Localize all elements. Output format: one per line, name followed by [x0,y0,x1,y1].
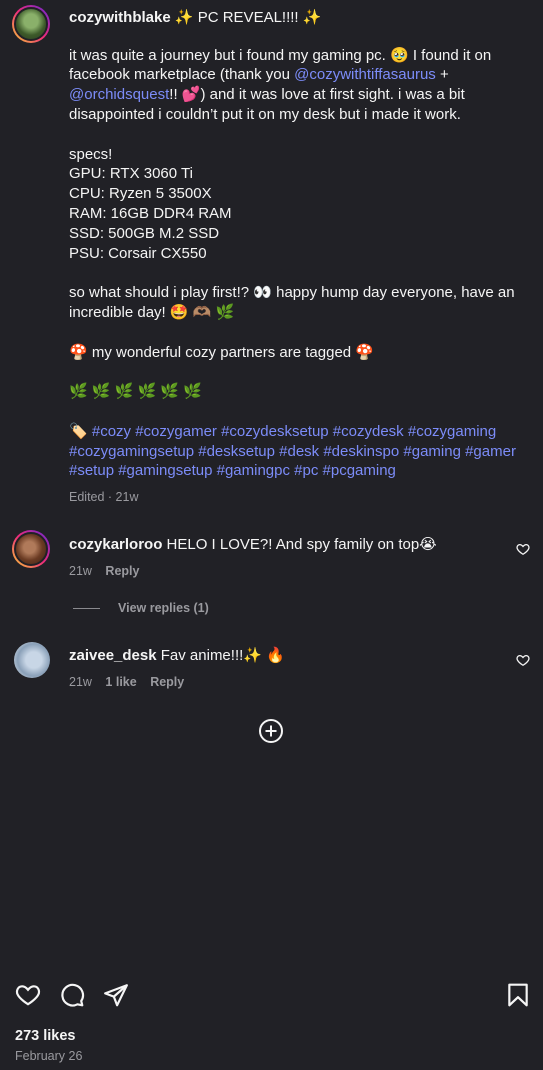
comment-like-heart-icon[interactable] [516,653,530,667]
comment-like-heart-icon[interactable] [516,542,530,556]
plus-circle-icon[interactable] [258,718,284,744]
caption-title: ✨ PC REVEAL!!!! ✨ [174,9,322,26]
comment-username[interactable]: cozykarloroo [69,536,162,553]
hashtags-line: 🏷️ #cozy #cozygamer #cozydesksetup #cozy… [69,422,531,481]
author-avatar-image [14,7,48,41]
comment-body: cozykarloroo HELO I LOVE?! And spy famil… [69,535,499,554]
comment-username[interactable]: zaivee_desk [69,647,157,664]
caption-title-line: cozywithblake ✨ PC REVEAL!!!! ✨ [69,8,531,28]
comment-like-count[interactable]: 1 like [105,675,136,689]
view-replies-button[interactable]: View replies (1) [73,601,209,615]
reply-button[interactable]: Reply [105,564,139,578]
caption-intro-text-2: + [435,66,449,84]
comment-avatar-image [14,532,48,566]
spec-line: PSU: Corsair CX550 [69,244,207,262]
mention-link-1[interactable]: @cozywithtiffasaurus [294,66,436,83]
leaves-line: 🌿 🌿 🌿 🌿 🌿 🌿 [69,383,202,401]
author-avatar[interactable] [12,5,50,43]
spec-line: SSD: 500GB M.2 SSD [69,224,220,242]
comment-body: zaivee_desk Fav anime!!!✨ 🔥 [69,646,499,665]
question-line: so what should i play first!? 👀 happy hu… [69,284,515,321]
heart-icon[interactable] [15,982,41,1008]
spec-line: CPU: Ryzen 5 3500X [69,185,212,203]
comment-meta: 21w Reply [69,564,139,578]
partners-line: 🍄 my wonderful cozy partners are tagged … [69,343,374,361]
comment-avatar[interactable] [14,642,50,678]
specs-heading: specs! [69,145,113,163]
hashtags[interactable]: #cozy #cozygamer #cozydesksetup #cozydes… [69,423,516,480]
comment-avatar[interactable] [12,530,50,568]
author-username[interactable]: cozywithblake [69,9,171,26]
caption-intro: it was quite a journey but i found my ga… [69,46,531,125]
reply-button[interactable]: Reply [150,675,184,689]
action-bar [0,982,543,1010]
comment-time: 21w [69,675,92,689]
view-replies-divider [73,607,100,609]
post-date: February 26 [15,1049,83,1063]
edited-meta: Edited · 21w [69,490,139,504]
comment-text: Fav anime!!!✨ 🔥 [160,647,285,664]
spec-line: RAM: 16GB DDR4 RAM [69,204,232,222]
spec-line: GPU: RTX 3060 Ti [69,165,193,183]
tag-emoji-icon: 🏷️ [69,422,88,440]
view-replies-label: View replies (1) [118,601,209,615]
likes-count[interactable]: 273 likes [15,1028,75,1044]
comment-time: 21w [69,564,92,578]
paper-plane-icon[interactable] [103,982,129,1008]
mention-link-2[interactable]: @orchidsquest [69,86,169,103]
comment-bubble-icon[interactable] [59,982,85,1008]
post-caption: cozywithblake ✨ PC REVEAL!!!! ✨ it was q… [69,8,531,481]
comment-text: HELO I LOVE?! And spy family on top😭 [166,536,437,553]
bookmark-icon[interactable] [505,982,531,1008]
comment-meta: 21w 1 like Reply [69,675,184,689]
